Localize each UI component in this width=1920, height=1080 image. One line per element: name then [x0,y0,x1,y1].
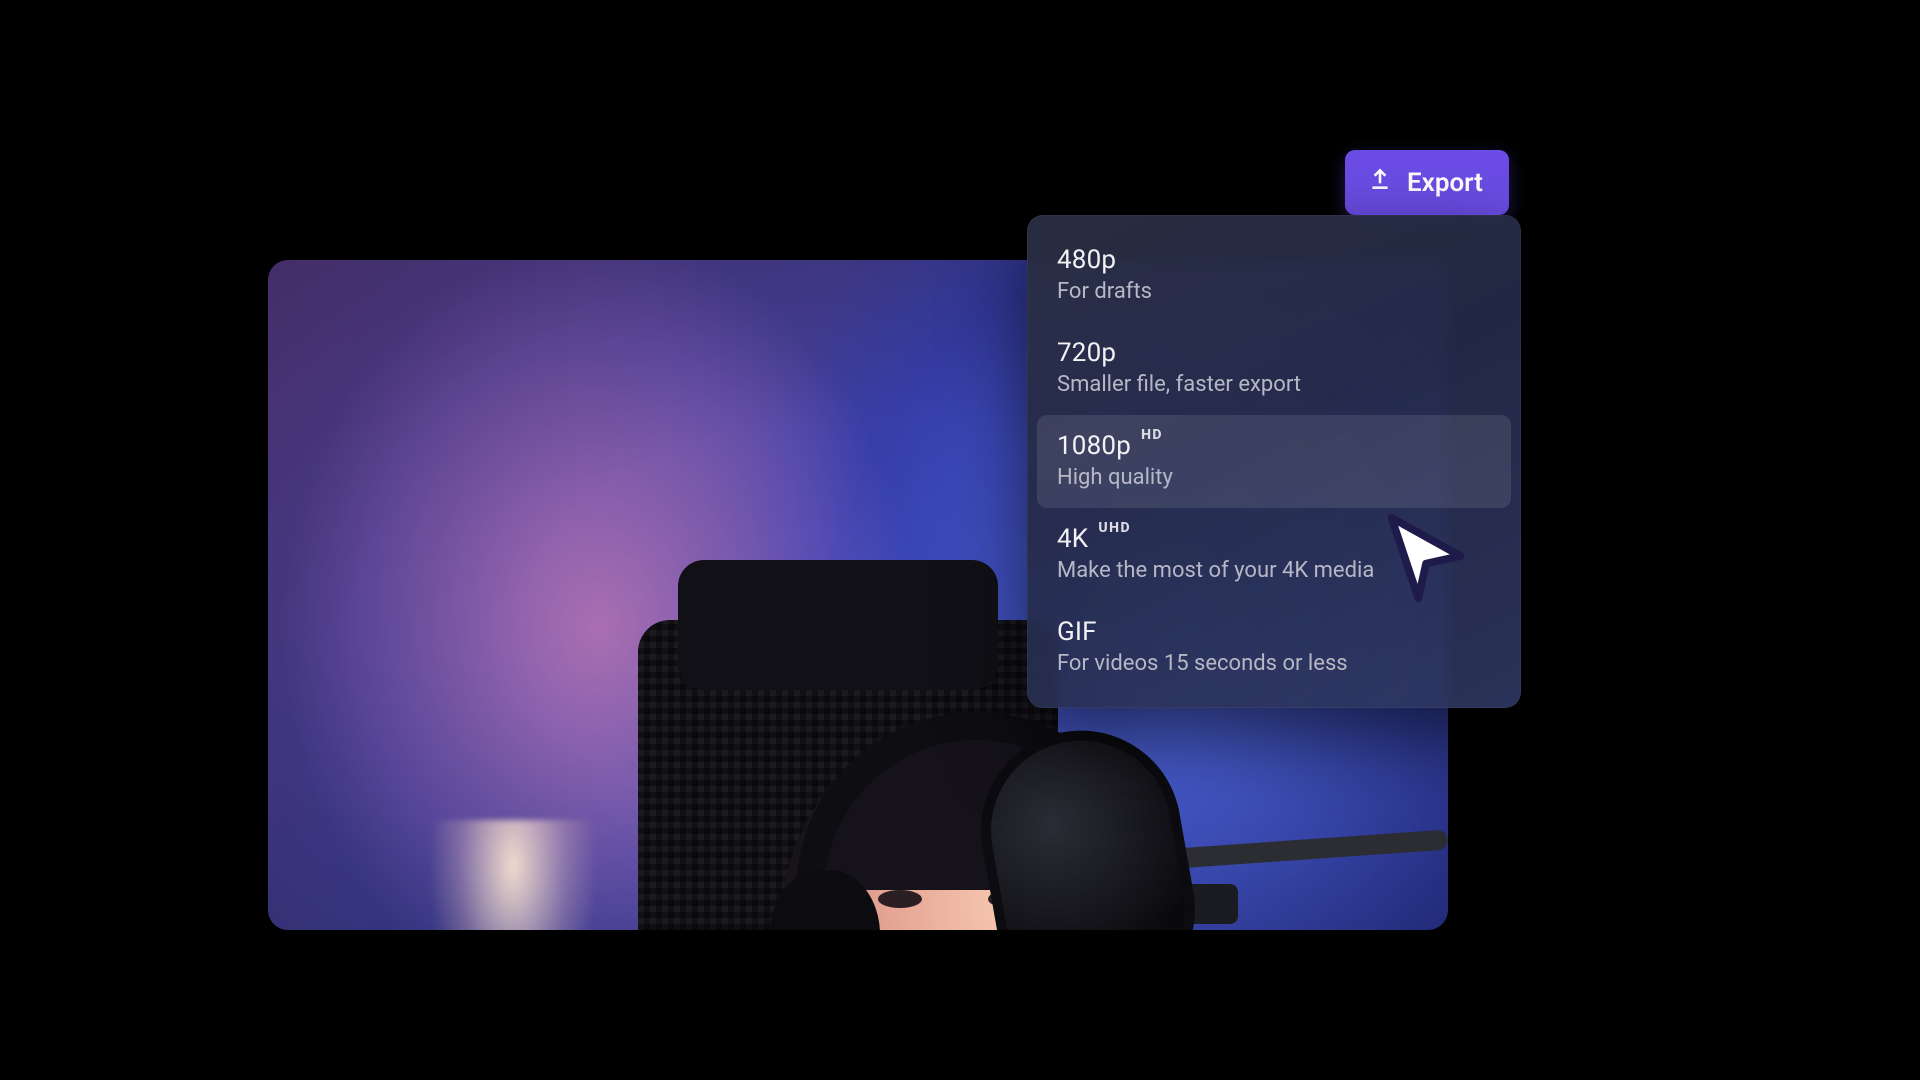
export-button[interactable]: Export [1345,150,1509,215]
quality-option-label: 480p [1057,245,1116,275]
quality-option-label: GIF [1057,617,1097,647]
upload-icon [1367,166,1393,199]
quality-badge-uhd: UHD [1098,520,1131,536]
quality-option-gif[interactable]: GIF For videos 15 seconds or less [1037,601,1511,694]
quality-option-label: 1080p [1057,431,1131,461]
quality-option-4k[interactable]: 4K UHD Make the most of your 4K media [1037,508,1511,601]
quality-option-720p[interactable]: 720p Smaller file, faster export [1037,322,1511,415]
quality-option-description: Make the most of your 4K media [1057,558,1491,583]
export-button-label: Export [1407,168,1483,198]
quality-option-label: 720p [1057,338,1116,368]
quality-option-description: For drafts [1057,279,1491,304]
quality-badge-hd: HD [1141,427,1163,443]
export-quality-menu[interactable]: 480p For drafts 720p Smaller file, faste… [1027,215,1521,708]
quality-option-1080p[interactable]: 1080p HD High quality [1037,415,1511,508]
quality-option-480p[interactable]: 480p For drafts [1037,229,1511,322]
quality-option-description: High quality [1057,465,1491,490]
quality-option-description: For videos 15 seconds or less [1057,651,1491,676]
quality-option-label: 4K [1057,524,1088,554]
quality-option-description: Smaller file, faster export [1057,372,1491,397]
